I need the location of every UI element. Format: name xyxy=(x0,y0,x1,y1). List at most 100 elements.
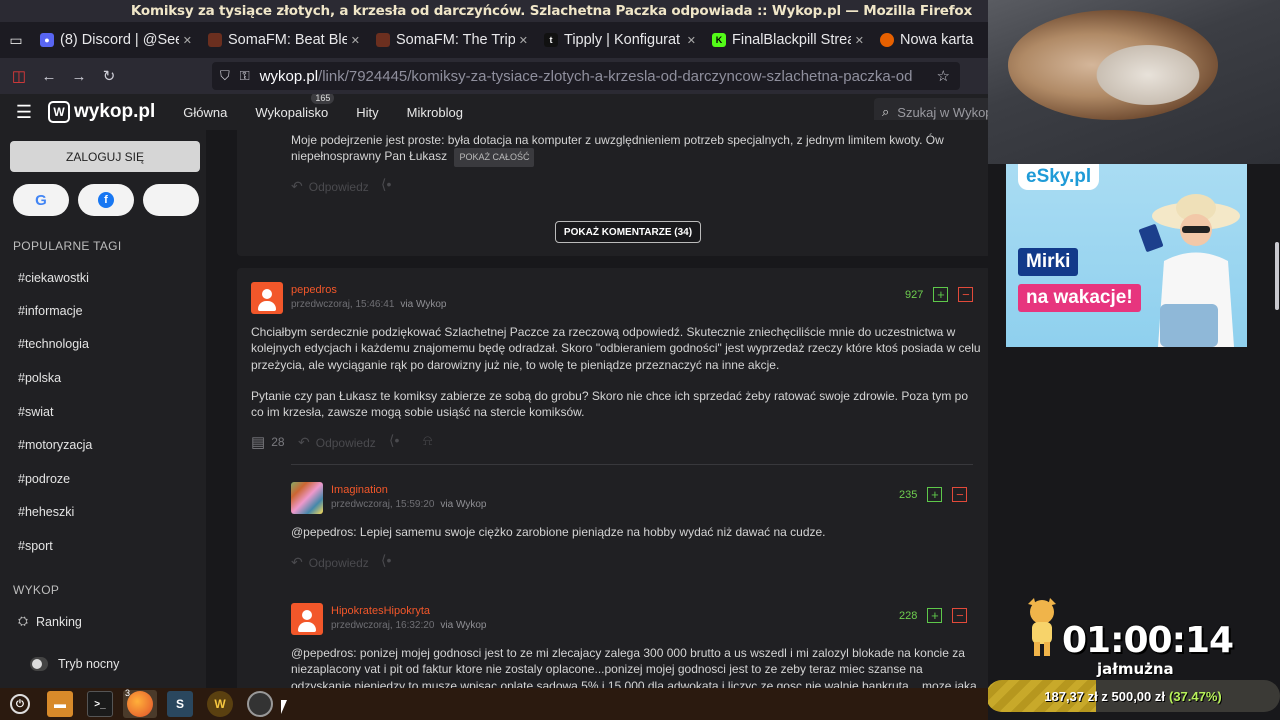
firefox-window-count: 3 xyxy=(125,688,131,698)
vote-controls: 927 + − xyxy=(905,287,974,302)
show-all-button[interactable]: POKAŻ CAŁOŚĆ xyxy=(454,148,535,167)
reload-icon[interactable]: ↻ xyxy=(94,61,124,91)
tag-ciekawostki[interactable]: #ciekawostki xyxy=(18,271,89,285)
webcam-overlay xyxy=(988,0,1280,164)
downvote-minus-icon[interactable]: − xyxy=(958,287,974,302)
steam-icon[interactable]: S xyxy=(163,690,197,718)
reply-button[interactable]: ↶ Odpowiedz xyxy=(298,434,376,451)
reply-button[interactable]: ↶ Odpowiedz xyxy=(291,178,369,195)
tag-polska[interactable]: #polska xyxy=(18,371,61,385)
nav-link-hity[interactable]: Hity xyxy=(356,105,378,120)
downvote-minus-icon[interactable]: − xyxy=(952,487,968,502)
sidebar-item-ranking[interactable]: ⛭ Ranking xyxy=(18,614,82,629)
tab-kick-stream[interactable]: K FinalBlackpill Strea ✕ xyxy=(704,25,872,55)
comments-icon: ▤ xyxy=(251,434,266,451)
somafm-icon xyxy=(376,33,390,47)
comment-author[interactable]: HipokratesHipokryta xyxy=(331,605,430,617)
tab-new-tab[interactable]: Nowa karta xyxy=(872,25,982,55)
url-bar[interactable]: ⛉ ⚿ wykop.pl /link/7924445/komiksy-za-ty… xyxy=(212,62,960,90)
firefox-icon[interactable]: 3 xyxy=(123,688,157,718)
upvote-plus-icon[interactable]: + xyxy=(927,608,943,623)
lock-icon[interactable]: ⚿ xyxy=(240,68,250,84)
vote-count: 927 xyxy=(905,288,924,301)
world-of-warcraft-icon[interactable]: W xyxy=(203,690,237,718)
tag-technologia[interactable]: #technologia xyxy=(18,337,89,351)
reply-count[interactable]: ▤ 28 xyxy=(251,433,285,451)
close-icon[interactable]: ✕ xyxy=(351,34,360,47)
terminal-icon[interactable]: >_ xyxy=(83,690,117,718)
avatar[interactable] xyxy=(291,603,323,635)
apple-login-icon[interactable] xyxy=(143,184,199,216)
files-icon[interactable]: ▬ xyxy=(43,690,77,718)
close-icon[interactable]: ✕ xyxy=(855,34,864,47)
tab-label: SomaFM: Beat Blen xyxy=(228,32,347,48)
taskbar: ⏻ ▬ >_ 3 S W xyxy=(0,688,988,720)
close-icon[interactable]: ✕ xyxy=(183,34,192,47)
scrollbar-thumb[interactable] xyxy=(1275,242,1279,310)
close-icon[interactable]: ✕ xyxy=(687,34,696,47)
close-icon[interactable]: ✕ xyxy=(519,34,528,47)
reply-icon: ↶ xyxy=(298,434,310,450)
nav-link-mikroblog[interactable]: Mikroblog xyxy=(407,105,463,120)
esky-advertisement[interactable]: eSky.pl Mirki na wakacje! xyxy=(1006,164,1247,347)
reply-button[interactable]: ↶ Odpowiedz xyxy=(291,554,369,571)
woman-with-hat-illustration xyxy=(1139,194,1240,347)
donation-timer: 01:00:14 xyxy=(1062,620,1234,661)
share-icon[interactable]: ⟨• xyxy=(389,432,399,449)
night-mode-toggle[interactable]: Tryb nocny xyxy=(30,657,119,671)
tipply-icon: t xyxy=(544,33,558,47)
bookmark-star-icon[interactable]: ☆ xyxy=(937,67,950,85)
avatar[interactable] xyxy=(251,282,283,314)
avatar[interactable] xyxy=(291,482,323,514)
nav-link-glowna[interactable]: Główna xyxy=(183,105,227,120)
google-login-icon[interactable]: G xyxy=(13,184,69,216)
night-mode-label: Tryb nocny xyxy=(58,657,120,671)
tag-podroze[interactable]: #podroze xyxy=(18,472,70,486)
goal-target: 500,00 zł xyxy=(1111,688,1166,704)
hamburger-menu-icon[interactable]: ☰ xyxy=(0,102,48,123)
comment-author[interactable]: Imagination xyxy=(331,484,388,496)
forward-icon[interactable]: → xyxy=(64,61,94,91)
tab-discord[interactable]: ● (8) Discord | @Seej ✕ xyxy=(32,25,200,55)
kick-icon: K xyxy=(712,33,726,47)
comment-date: przedwczoraj, 15:59:20 xyxy=(331,499,435,510)
ranking-label: Ranking xyxy=(36,614,82,629)
back-icon[interactable]: ← xyxy=(34,61,64,91)
tag-sport[interactable]: #sport xyxy=(18,539,53,553)
firefox-icon xyxy=(880,33,894,47)
window-title: Komiksy za tysiące złotych, a krzesła od… xyxy=(130,3,972,19)
shield-icon[interactable]: ⛉ xyxy=(220,68,230,84)
wykop-logo[interactable]: W wykop.pl xyxy=(48,101,155,123)
cat-image xyxy=(1088,40,1208,110)
extensions-icon[interactable]: ◫ xyxy=(4,61,34,91)
downvote-minus-icon[interactable]: − xyxy=(952,608,968,623)
tag-informacje[interactable]: #informacje xyxy=(18,304,83,318)
notification-bell-icon[interactable]: ⍾ xyxy=(423,432,432,449)
reply-label: Odpowiedz xyxy=(315,435,376,450)
tag-motoryzacja[interactable]: #motoryzacja xyxy=(18,438,92,452)
tab-label: Tipply | Konfigurat xyxy=(564,32,681,48)
facebook-login-icon[interactable]: f xyxy=(78,184,134,216)
divider xyxy=(291,464,973,465)
share-icon[interactable]: ⟨• xyxy=(381,552,391,569)
tab-list-icon[interactable]: ▭ xyxy=(0,22,32,58)
upvote-plus-icon[interactable]: + xyxy=(927,487,943,502)
tab-tipply[interactable]: t Tipply | Konfigurat ✕ xyxy=(536,25,704,55)
somafm-icon xyxy=(208,33,222,47)
nav-link-wykopalisko[interactable]: Wykopalisko 165 xyxy=(255,94,335,120)
share-icon[interactable]: ⟨• xyxy=(381,176,391,193)
comment-author[interactable]: pepedros xyxy=(291,284,337,296)
obs-icon[interactable] xyxy=(243,690,277,718)
donation-goal-bar: 187,37 zł z 500,00 zł (37.47%) xyxy=(986,680,1280,712)
app-menu-icon[interactable]: ⏻ xyxy=(3,690,37,718)
tag-swiat[interactable]: #swiat xyxy=(18,405,53,419)
upvote-plus-icon[interactable]: + xyxy=(933,287,949,302)
url-host: wykop.pl xyxy=(259,67,319,85)
tab-somafm-the-trip[interactable]: SomaFM: The Trip ✕ xyxy=(368,25,536,55)
login-button[interactable]: ZALOGUJ SIĘ xyxy=(10,141,200,172)
tag-heheszki[interactable]: #heheszki xyxy=(18,505,74,519)
comment-date: przedwczoraj, 16:32:20 xyxy=(331,620,435,631)
tab-somafm-beat-blender[interactable]: SomaFM: Beat Blen ✕ xyxy=(200,25,368,55)
show-comments-button[interactable]: POKAŻ KOMENTARZE (34) xyxy=(555,221,701,243)
url-path: /link/7924445/komiksy-za-tysiace-zlotych… xyxy=(318,67,913,85)
